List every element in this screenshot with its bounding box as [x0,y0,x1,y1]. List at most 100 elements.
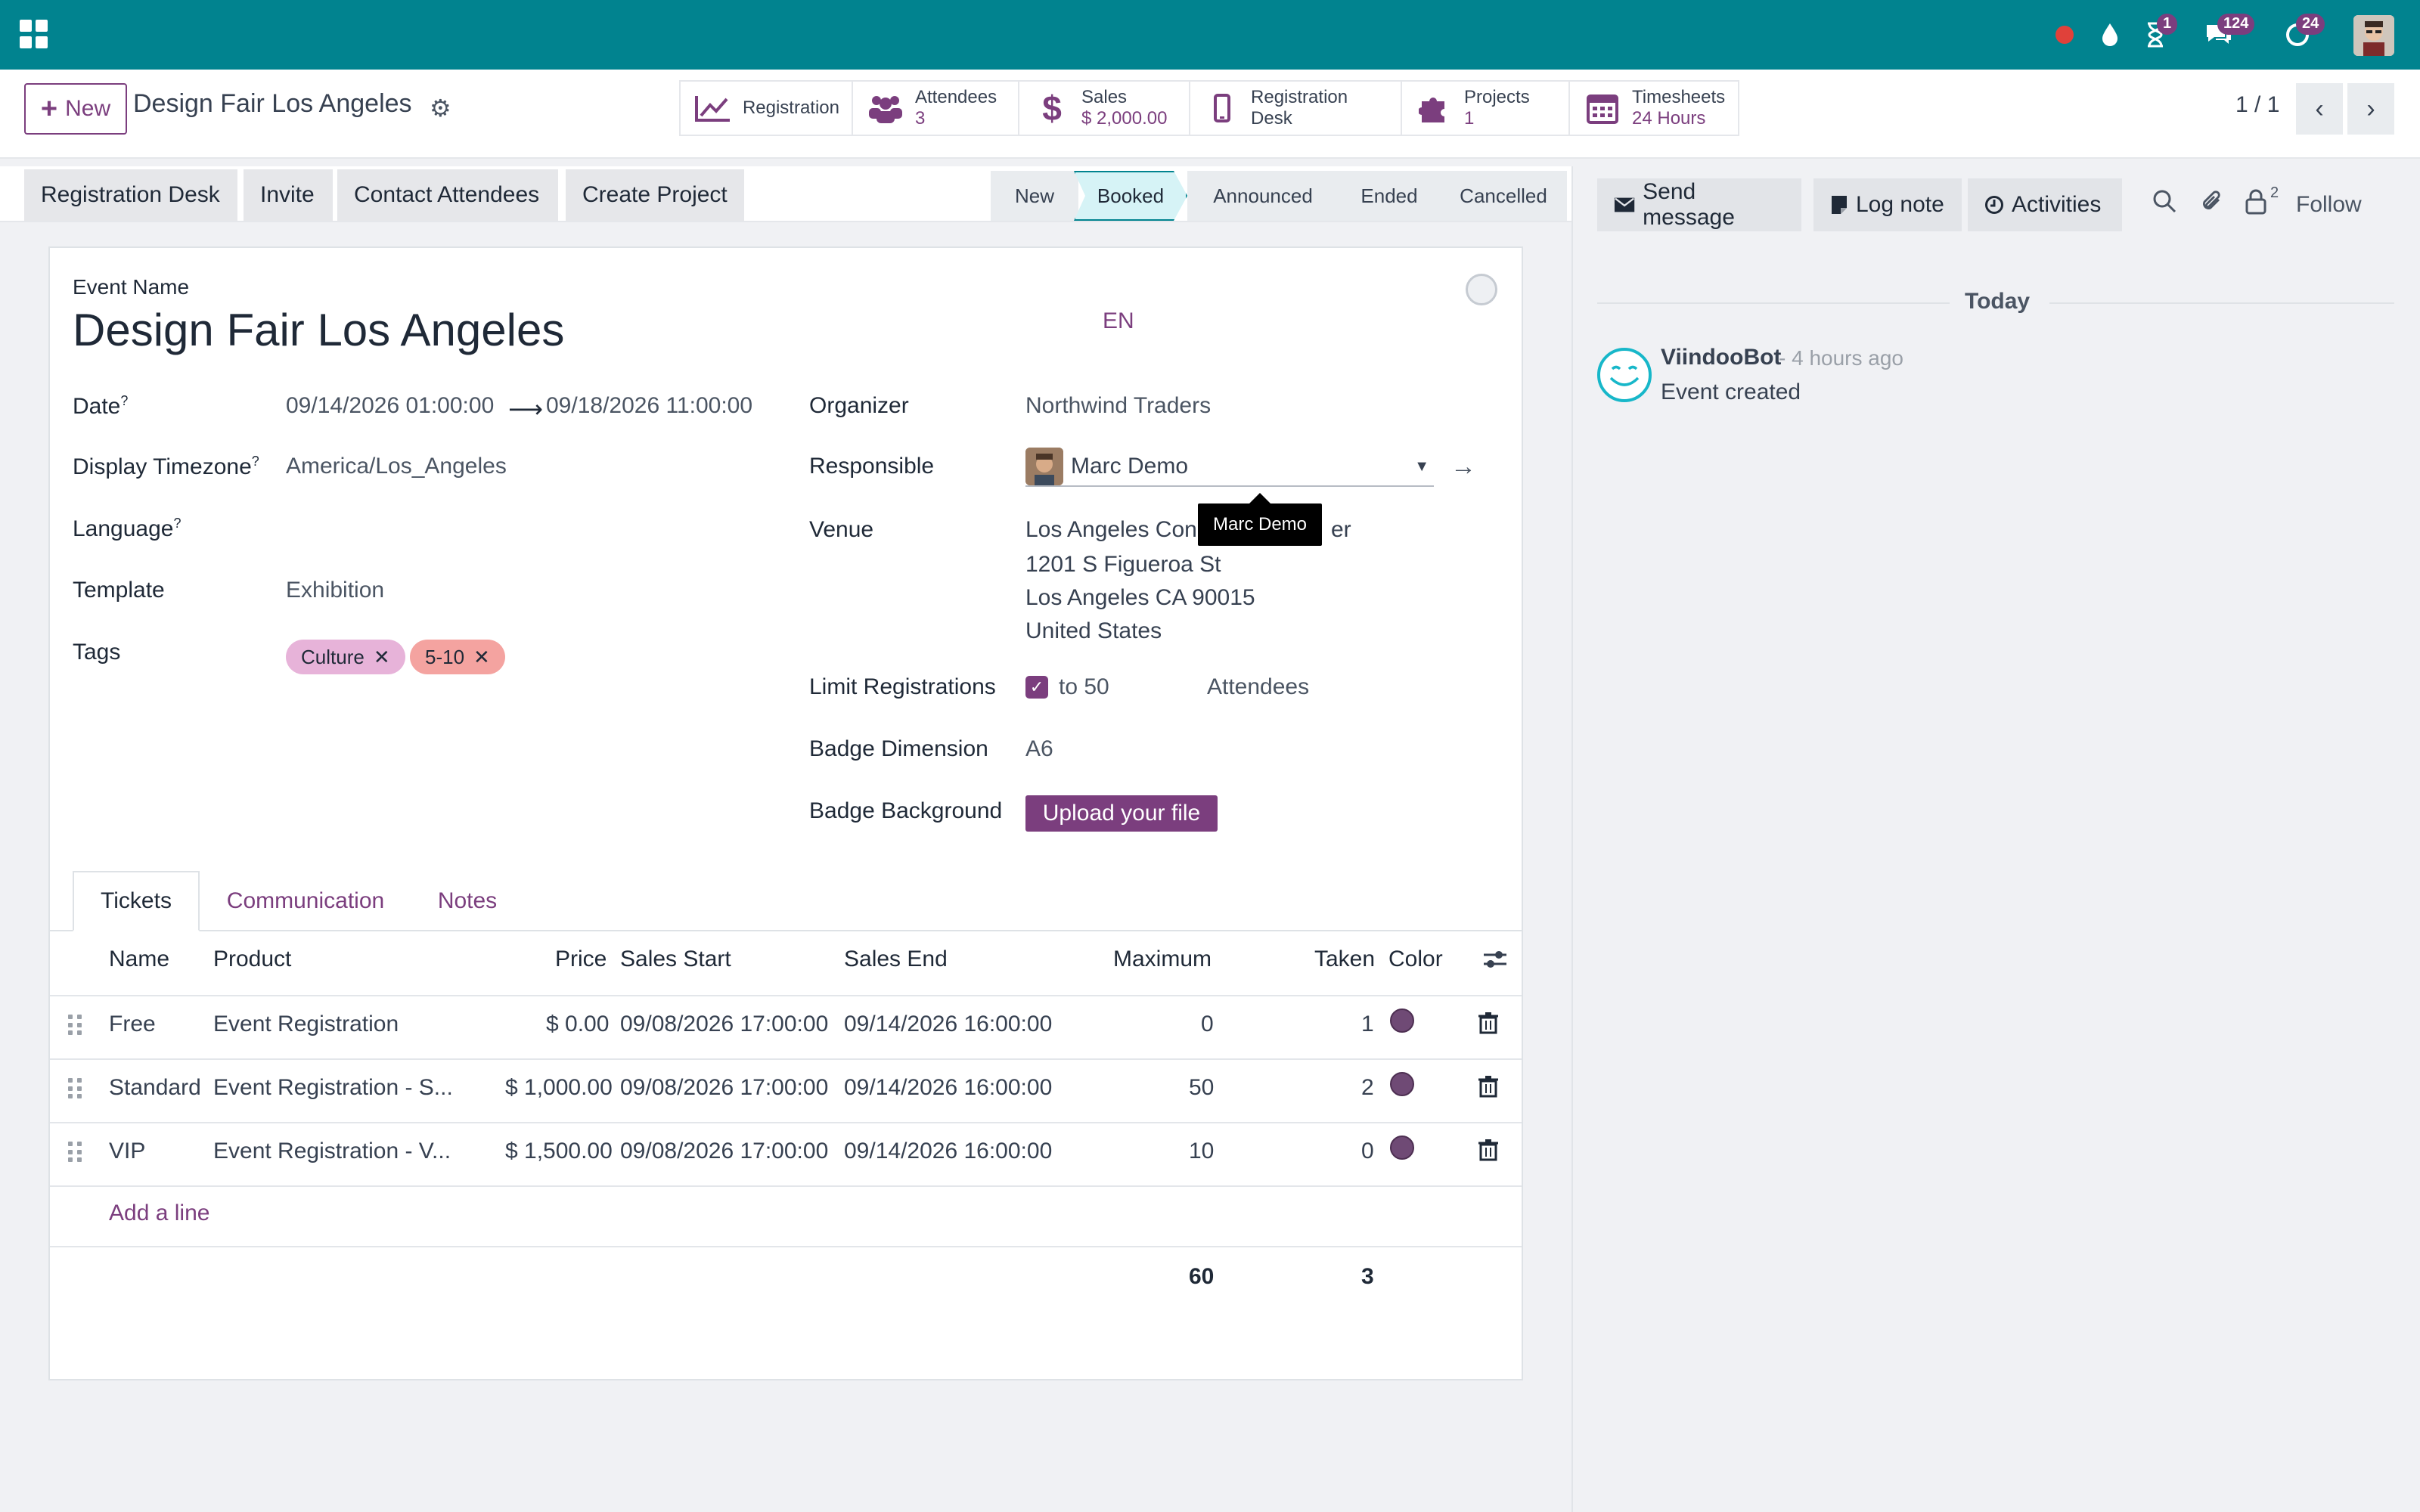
ticket-color-swatch[interactable] [1390,1009,1414,1033]
remove-tag-icon[interactable]: ✕ [473,646,490,669]
mobile-icon [1204,94,1240,122]
stage-ended[interactable]: Ended [1339,171,1440,221]
sales-smart-button[interactable]: $ Sales $ 2,000.00 [1019,82,1190,135]
column-settings-icon[interactable] [1482,948,1508,974]
users-icon [867,93,904,123]
internal-link-arrow-icon[interactable]: → [1450,452,1476,482]
stage-booked[interactable]: Booked [1074,171,1187,221]
col-taken[interactable]: Taken [1314,947,1375,972]
sales-label: Sales [1081,87,1128,107]
arrow-right-icon: ⟶ [508,395,543,423]
create-project-button[interactable]: Create Project [566,169,744,221]
attendees-smart-button[interactable]: Attendees 3 [853,82,1019,135]
tab-notes[interactable]: Notes [414,871,520,931]
timesheets-label: Timesheets [1632,87,1726,107]
organizer-select[interactable]: Northwind Traders [1025,393,1211,419]
updates-badge: 24 [2296,14,2325,35]
event-name-input[interactable]: Design Fair Los Angeles [73,304,564,356]
venue-city: Los Angeles CA 90015 [1025,585,1255,610]
pager-next-button[interactable]: › [2347,83,2394,135]
limit-registrations-value[interactable]: to 50 [1059,674,1109,700]
badge-dimension-select[interactable]: A6 [1025,736,1053,762]
venue-line-1[interactable]: Los Angeles Con [1025,517,1197,543]
responsible-avatar [1025,448,1063,485]
smart-buttons: Registration Attendees 3 $ Sales $ 2,000.0… [679,80,1739,136]
responsible-select[interactable]: Marc Demo ▼ [1025,448,1434,487]
stage-announced[interactable]: Announced [1187,171,1339,221]
responsible-tooltip: Marc Demo [1198,493,1322,546]
col-sales-start[interactable]: Sales Start [620,947,731,972]
apps-menu-icon[interactable] [20,20,48,48]
registration-smart-button[interactable]: Registration [681,82,853,135]
search-icon[interactable] [2152,189,2176,219]
messages-icon[interactable]: 124 [2201,14,2255,53]
delete-row-icon[interactable] [1478,1139,1499,1161]
message-time: - 4 hours ago [1779,346,1903,370]
venue-line-1-end[interactable]: er [1331,517,1351,543]
drag-handle-icon[interactable] [68,1015,83,1036]
limit-registrations-checkbox[interactable]: ✓ [1025,676,1048,699]
dollar-icon: $ [1042,88,1062,128]
ticket-sales-start: 09/08/2026 17:00:00 [620,1012,829,1036]
col-price[interactable]: Price [555,947,607,972]
col-name[interactable]: Name [109,947,169,972]
drop-icon[interactable] [2092,17,2128,53]
language-code-button[interactable]: EN [1103,308,1134,334]
message-author[interactable]: ViindooBot [1661,345,1781,370]
delete-row-icon[interactable] [1478,1012,1499,1034]
event-name-label: Event Name [73,275,190,299]
upload-file-button[interactable]: Upload your file [1025,795,1218,832]
ticket-price: $ 0.00 [546,1012,610,1036]
follow-button[interactable]: Follow [2296,192,2362,218]
updates-icon[interactable]: 24 [2279,14,2325,53]
col-maximum[interactable]: Maximum [1113,947,1212,972]
send-message-label: Send message [1643,179,1735,230]
log-note-button[interactable]: Log note [1813,178,1962,231]
pager-previous-button[interactable]: ‹ [2296,83,2343,135]
total-maximum: 60 [1189,1264,1215,1289]
stage-new[interactable]: New [991,171,1078,221]
tags-label: Tags [73,640,121,665]
tab-tickets[interactable]: Tickets [73,871,200,931]
template-select[interactable]: Exhibition [286,578,384,603]
activities-badge: 1 [2157,14,2178,35]
col-color[interactable]: Color [1388,947,1443,972]
ticket-maximum: 50 [1189,1075,1215,1100]
new-button[interactable]: + New [24,83,127,135]
record-icon[interactable] [2046,17,2083,53]
remove-tag-icon[interactable]: ✕ [374,646,390,669]
activities-button[interactable]: Activities [1968,178,2122,231]
bot-avatar[interactable] [1597,348,1652,402]
ticket-color-swatch[interactable] [1390,1136,1414,1160]
ticket-maximum: 0 [1201,1012,1214,1036]
chevron-right-icon: › [2366,94,2375,123]
timezone-select[interactable]: America/Los_Angeles [286,454,507,479]
registration-desk-button[interactable]: Registration Desk [24,169,237,221]
drag-handle-icon[interactable] [68,1078,83,1099]
gear-icon[interactable]: ⚙ [430,94,451,122]
drag-handle-icon[interactable] [68,1142,83,1163]
delete-row-icon[interactable] [1478,1075,1499,1098]
stage-cancelled[interactable]: Cancelled [1440,171,1567,221]
col-product[interactable]: Product [213,947,291,972]
add-line-link[interactable]: Add a line [109,1201,209,1226]
ticket-color-swatch[interactable] [1390,1072,1414,1096]
projects-smart-button[interactable]: Projects 1 [1402,82,1570,135]
paperclip-icon[interactable] [2201,189,2225,221]
timesheets-smart-button[interactable]: Timesheets 24 Hours [1570,82,1738,135]
registration-desk-smart-button[interactable]: Registration Desk [1190,82,1402,135]
language-select[interactable] [286,511,740,544]
date-start-input[interactable]: 09/14/2026 01:00:00 [286,393,494,419]
kanban-state-indicator[interactable] [1466,274,1497,305]
send-message-button[interactable]: Send message [1597,178,1801,231]
pager-value[interactable]: 1 / 1 [2235,92,2279,118]
registration-label: Registration [742,98,839,118]
tab-communication[interactable]: Communication [209,871,402,931]
activities-hourglass-icon[interactable]: 1 [2137,14,2178,53]
followers-icon[interactable] [2245,189,2267,221]
col-sales-end[interactable]: Sales End [844,947,948,972]
contact-attendees-button[interactable]: Contact Attendees [337,169,558,221]
user-avatar[interactable] [2353,15,2394,56]
invite-button[interactable]: Invite [244,169,333,221]
date-end-input[interactable]: 09/18/2026 11:00:00 [546,393,752,419]
